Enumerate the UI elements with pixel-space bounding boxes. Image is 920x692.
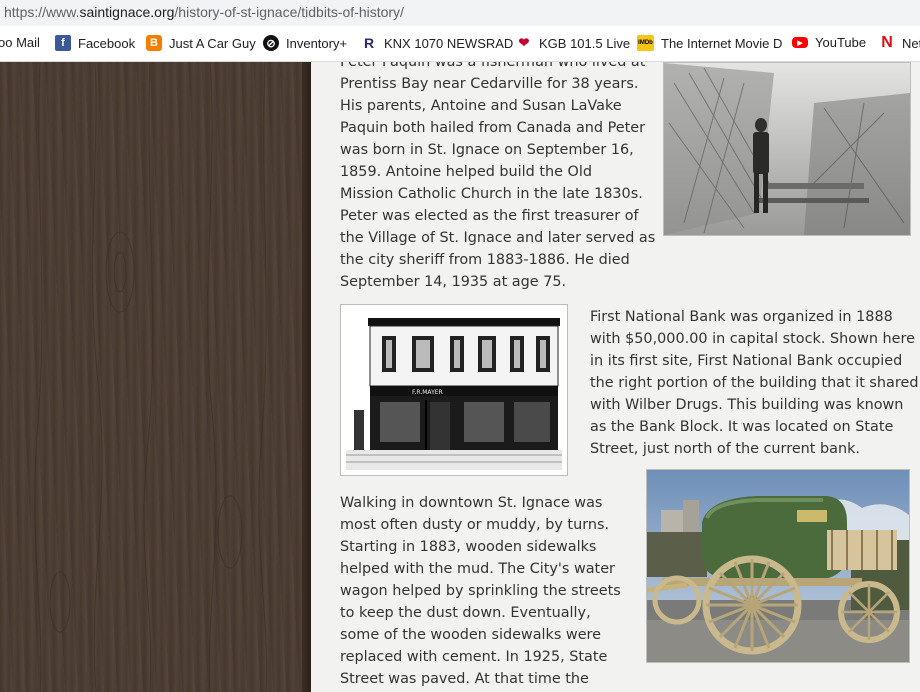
iheart-icon: ❤ — [518, 35, 530, 50]
bookmark-label: The Internet Movie D — [661, 35, 783, 51]
inventory-icon: ⊘ — [263, 35, 279, 51]
bookmark-label: Net — [902, 35, 920, 51]
paragraph-paquin: Peter Paquin was a fisherman who lived a… — [340, 62, 656, 290]
netflix-icon: N — [881, 34, 893, 51]
address-bar[interactable]: https://www.saintignace.org/history-of-s… — [0, 0, 920, 26]
bookmark-netflix[interactable]: N Net — [879, 34, 920, 51]
photo-water-wagon — [646, 469, 910, 663]
facebook-icon: f — [55, 35, 71, 51]
imdb-icon: IMDb — [637, 35, 654, 51]
bookmark-mail[interactable]: oo Mail — [0, 35, 40, 50]
bookmark-label: Inventory+ — [286, 35, 348, 51]
article-content: Peter Paquin was a fisherman who lived a… — [311, 62, 920, 692]
knx-icon: R — [363, 35, 375, 51]
bookmark-facebook[interactable]: f Facebook — [55, 35, 135, 51]
web-page: Peter Paquin was a fisherman who lived a… — [0, 62, 920, 692]
bookmark-label: YouTube — [815, 35, 867, 50]
url-text[interactable]: https://www.saintignace.org/history-of-s… — [4, 4, 404, 20]
bookmark-imdb[interactable]: IMDb The Internet Movie D — [637, 35, 782, 51]
bookmark-kgb[interactable]: ❤ KGB 101.5 Live — [516, 35, 631, 51]
wood-grain — [34, 62, 268, 692]
paragraph-bank: First National Bank was organized in 188… — [590, 309, 919, 457]
bookmark-youtube[interactable]: ▶ YouTube — [792, 35, 866, 50]
bookmark-label: Just A Car Guy — [169, 35, 256, 51]
blogger-icon: B — [146, 35, 162, 51]
bookmark-label: KGB 101.5 Live — [539, 35, 631, 51]
bookmarks-bar: oo Mail f Facebook B Just A Car Guy ⊘ In… — [0, 26, 920, 62]
bookmark-label: oo Mail — [0, 35, 40, 50]
paragraph-sidewalks: Walking in downtown St. Ignace was most … — [340, 495, 621, 687]
bookmark-just-a-car-guy[interactable]: B Just A Car Guy — [146, 35, 256, 51]
bookmark-inventory[interactable]: ⊘ Inventory+ — [263, 35, 347, 51]
svg-text:F.R.MAYER: F.R.MAYER — [412, 389, 443, 396]
photo-bank-block: F.R.MAYER — [340, 304, 568, 476]
wood-texture-sidebar — [0, 62, 302, 692]
bookmark-label: Facebook — [78, 35, 136, 51]
youtube-icon: ▶ — [792, 37, 808, 48]
bookmark-label: KNX 1070 NEWSRAD — [384, 35, 514, 51]
content-shadow-edge — [302, 62, 311, 692]
bookmark-knx[interactable]: R KNX 1070 NEWSRAD — [361, 35, 513, 51]
photo-peter-paquin — [663, 62, 911, 236]
